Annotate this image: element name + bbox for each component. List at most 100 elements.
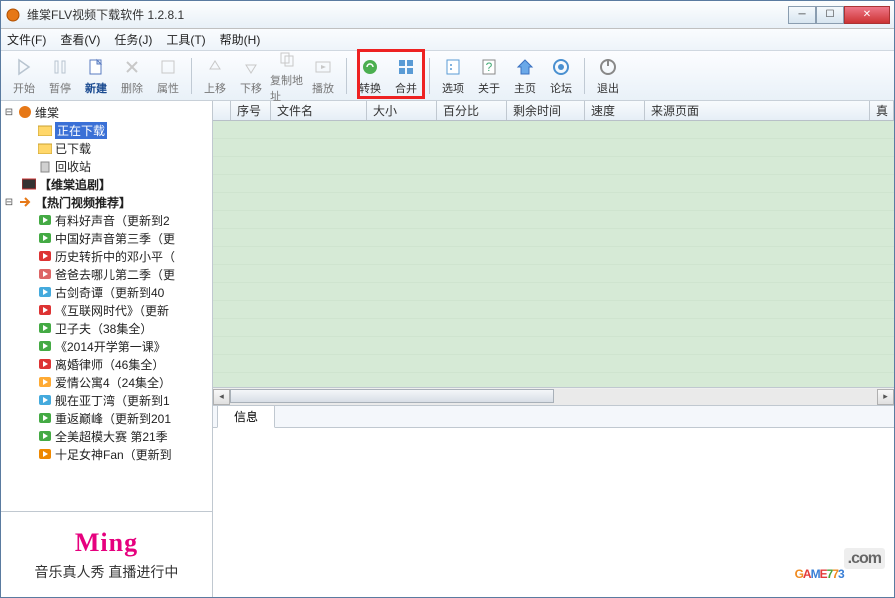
tool-start[interactable]: 开始 — [7, 56, 41, 96]
copy-icon — [276, 48, 298, 70]
info-tab[interactable]: 信息 — [217, 405, 275, 428]
scroll-thumb[interactable] — [230, 389, 554, 403]
tree-hot-item[interactable]: 离婚律师（46集全） — [1, 355, 212, 373]
minimize-button[interactable]: ─ — [788, 6, 816, 24]
menubar: 文件(F) 查看(V) 任务(J) 工具(T) 帮助(H) — [1, 29, 894, 51]
app-icon — [5, 7, 21, 23]
tree-hot-item[interactable]: 爸爸去哪儿第二季（更 — [1, 265, 212, 283]
playback-icon — [312, 56, 334, 78]
tree-item-label: 历史转折中的邓小平（ — [55, 248, 175, 265]
tree-item-label: 有料好声音（更新到2 — [55, 212, 170, 229]
properties-icon — [157, 56, 179, 78]
tool-delete[interactable]: 删除 — [115, 56, 149, 96]
tree-hot-item[interactable]: 古剑奇谭（更新到40 — [1, 283, 212, 301]
media-icon — [37, 266, 53, 282]
body-area: ⊟维棠 正在下载 已下载 回收站 【维棠追剧】 ⊟【热门视频推荐】 有料好声音（… — [1, 101, 894, 597]
tree-downloaded[interactable]: 已下载 — [1, 139, 212, 157]
info-body — [213, 428, 894, 597]
media-icon — [37, 410, 53, 426]
media-icon — [37, 284, 53, 300]
tree-hot-item[interactable]: 中国好声音第三季（更 — [1, 229, 212, 247]
col-remain[interactable]: 剩余时间 — [507, 101, 585, 120]
tree-downloading[interactable]: 正在下载 — [1, 121, 212, 139]
separator — [429, 58, 430, 94]
tree-hot-item[interactable]: 历史转折中的邓小平（ — [1, 247, 212, 265]
sidebar-banner[interactable]: Ming 音乐真人秀 直播进行中 — [1, 511, 212, 597]
tool-up[interactable]: 上移 — [198, 56, 232, 96]
tree-recycle[interactable]: 回收站 — [1, 157, 212, 175]
tree[interactable]: ⊟维棠 正在下载 已下载 回收站 【维棠追剧】 ⊟【热门视频推荐】 有料好声音（… — [1, 101, 212, 511]
tool-new[interactable]: 新建 — [79, 56, 113, 96]
tool-copyaddr[interactable]: 复制地址 — [270, 48, 304, 104]
tool-convert[interactable]: 转换 — [353, 56, 387, 96]
tree-hot-item[interactable]: 卫子夫（38集全） — [1, 319, 212, 337]
media-icon — [37, 212, 53, 228]
tool-exit[interactable]: 退出 — [591, 56, 625, 96]
media-icon — [37, 374, 53, 390]
tree-hot-item[interactable]: 十足女神Fan（更新到 — [1, 445, 212, 463]
tree-drama[interactable]: 【维棠追剧】 — [1, 175, 212, 193]
tool-play[interactable]: 播放 — [306, 56, 340, 96]
tree-hot[interactable]: ⊟【热门视频推荐】 — [1, 193, 212, 211]
tool-home[interactable]: 主页 — [508, 56, 542, 96]
tree-item-label: 《互联网时代》（更新 — [55, 302, 169, 319]
tree-item-label: 离婚律师（46集全） — [55, 356, 164, 373]
window-title: 维棠FLV视频下载软件 1.2.8.1 — [27, 6, 788, 23]
horizontal-scrollbar[interactable]: ◂ ▸ — [213, 387, 894, 405]
tree-hot-item[interactable]: 《2014开学第一课》 — [1, 337, 212, 355]
col-seq[interactable]: 序号 — [231, 101, 271, 120]
folder-icon — [37, 140, 53, 156]
media-icon — [37, 392, 53, 408]
app-small-icon — [17, 104, 33, 120]
separator — [346, 58, 347, 94]
scroll-track[interactable] — [230, 389, 877, 405]
maximize-button[interactable]: ☐ — [816, 6, 844, 24]
close-button[interactable]: ✕ — [844, 6, 890, 24]
arrow-icon — [17, 194, 33, 210]
tree-hot-item[interactable]: 有料好声音（更新到2 — [1, 211, 212, 229]
col-filename[interactable]: 文件名 — [271, 101, 367, 120]
menu-tools[interactable]: 工具(T) — [166, 31, 205, 48]
exit-icon — [597, 56, 619, 78]
tool-props[interactable]: 属性 — [151, 56, 185, 96]
media-icon — [37, 248, 53, 264]
options-icon — [442, 56, 464, 78]
media-icon — [37, 338, 53, 354]
tree-item-label: 中国好声音第三季（更 — [55, 230, 175, 247]
col-speed[interactable]: 速度 — [585, 101, 645, 120]
menu-view[interactable]: 查看(V) — [60, 31, 100, 48]
tool-down[interactable]: 下移 — [234, 56, 268, 96]
media-icon — [37, 302, 53, 318]
arrow-up-icon — [204, 56, 226, 78]
col-size[interactable]: 大小 — [367, 101, 437, 120]
col-checkbox[interactable] — [213, 101, 231, 120]
forum-icon — [550, 56, 572, 78]
tv-icon — [21, 176, 37, 192]
tool-about[interactable]: ?关于 — [472, 56, 506, 96]
menu-help[interactable]: 帮助(H) — [220, 31, 261, 48]
tool-pause[interactable]: 暂停 — [43, 56, 77, 96]
tree-hot-item[interactable]: 全美超模大赛 第21季 — [1, 427, 212, 445]
tree-hot-item[interactable]: 爱情公寓4（24集全） — [1, 373, 212, 391]
tool-forum[interactable]: 论坛 — [544, 56, 578, 96]
svg-text:?: ? — [486, 60, 493, 74]
menu-task[interactable]: 任务(J) — [114, 31, 152, 48]
titlebar[interactable]: 维棠FLV视频下载软件 1.2.8.1 ─ ☐ ✕ — [1, 1, 894, 29]
tool-merge[interactable]: 合并 — [389, 56, 423, 96]
tool-options[interactable]: 选项 — [436, 56, 470, 96]
col-percent[interactable]: 百分比 — [437, 101, 507, 120]
grid-body[interactable] — [213, 121, 894, 387]
tree-hot-item[interactable]: 《互联网时代》（更新 — [1, 301, 212, 319]
media-icon — [37, 428, 53, 444]
menu-file[interactable]: 文件(F) — [7, 31, 46, 48]
tree-hot-item[interactable]: 舰在亚丁湾（更新到1 — [1, 391, 212, 409]
tree-hot-item[interactable]: 重返巅峰（更新到201 — [1, 409, 212, 427]
media-icon — [37, 320, 53, 336]
tree-root[interactable]: ⊟维棠 — [1, 103, 212, 121]
scroll-right-button[interactable]: ▸ — [877, 389, 894, 405]
media-icon — [37, 356, 53, 372]
col-source[interactable]: 来源页面 — [645, 101, 870, 120]
col-last[interactable]: 真 — [870, 101, 894, 120]
scroll-left-button[interactable]: ◂ — [213, 389, 230, 405]
new-icon — [85, 56, 107, 78]
